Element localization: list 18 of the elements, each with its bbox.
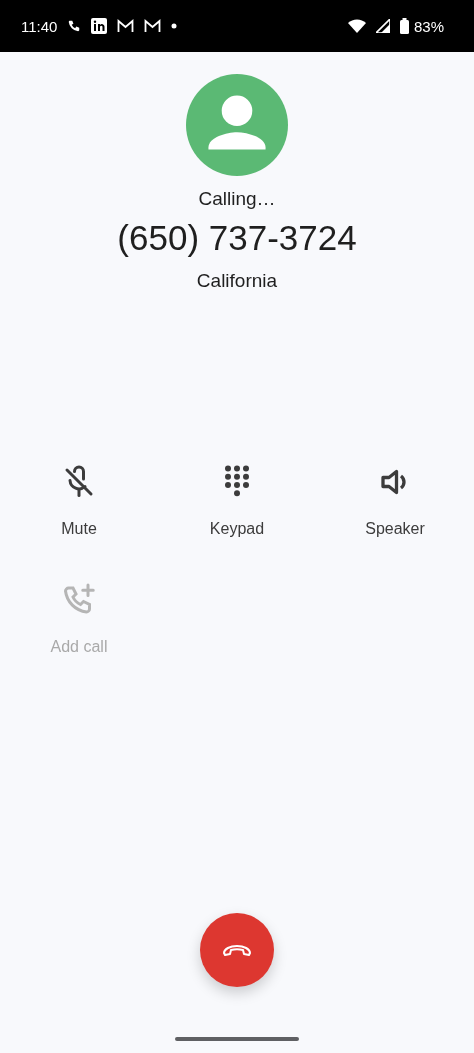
caller-location: California (196, 270, 278, 292)
battery-percent: 83% (413, 17, 444, 35)
end-call-button[interactable] (200, 913, 274, 987)
phone-number: (650) 737-3724 (117, 218, 357, 258)
call-status: Calling… (198, 188, 276, 210)
speaker-button[interactable]: Speaker (365, 456, 425, 546)
status-time: 11:40 (21, 17, 58, 35)
battery-icon (399, 18, 409, 34)
signal-icon (375, 19, 390, 33)
wifi-icon (347, 19, 366, 33)
contact-avatar-icon (186, 74, 288, 176)
notification-dot-icon (171, 23, 178, 29)
mail-icon (117, 19, 135, 33)
keypad-button[interactable]: Keypad (209, 456, 265, 546)
mute-button[interactable]: Mute (61, 456, 97, 546)
hang-up-icon (222, 943, 252, 957)
phone-icon (67, 19, 82, 33)
mail-icon (144, 19, 162, 33)
